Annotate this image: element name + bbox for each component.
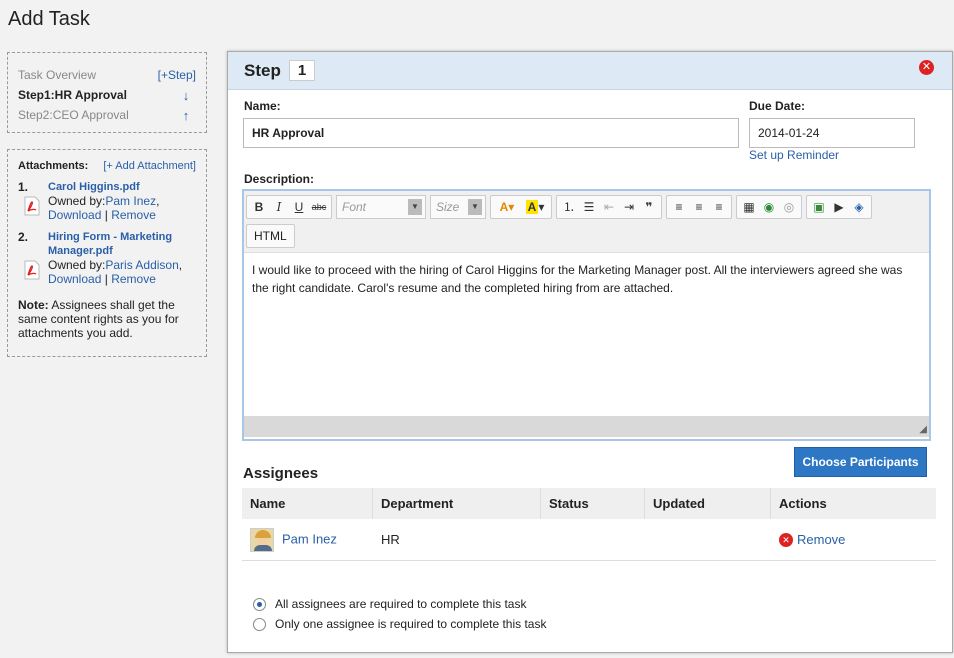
steps-panel: Task Overview [+Step] Step1:HR Approval … (7, 52, 207, 133)
completion-option-one-label: Only one assignee is required to complet… (275, 617, 547, 631)
rich-text-editor: B I U abc Font ▼ Size ▼ A▾ A ▾ ⒈ ☰ ⇤ ⇥ ❞… (242, 189, 931, 441)
move-down-arrow-icon[interactable]: ↓ (176, 88, 196, 103)
remove-attachment-link[interactable]: Remove (111, 208, 156, 222)
column-header-status[interactable]: Status (541, 488, 645, 519)
step-label: Step (244, 60, 281, 80)
radio-one-assignee[interactable] (253, 617, 266, 631)
close-icon[interactable]: ✕ (919, 60, 934, 75)
remove-assignee-button[interactable]: ✕ Remove (771, 532, 936, 548)
attachment-item: 2. Hiring Form - Marketing Manager.pdf O… (18, 230, 196, 286)
attachment-filename[interactable]: Carol Higgins.pdf (48, 180, 196, 194)
image-icon[interactable]: ▣ (809, 197, 829, 217)
italic-icon[interactable]: I (269, 197, 289, 217)
completion-option-all-label: All assignees are required to complete t… (275, 597, 527, 611)
assignees-title: Assignees (243, 465, 319, 482)
assignee-name-link[interactable]: Pam Inez (282, 531, 337, 546)
download-link[interactable]: Download (48, 272, 101, 286)
name-label: Name: (244, 99, 281, 113)
font-select[interactable]: Font ▼ (336, 195, 426, 219)
resize-handle-icon[interactable]: ◢ (919, 424, 927, 435)
editor-statusbar: ◢ (244, 416, 929, 437)
note-label: Note: (18, 298, 49, 312)
attachments-note: Note: Assignees shall get the same conte… (18, 298, 196, 340)
align-left-icon[interactable]: ≡ (669, 197, 689, 217)
chevron-down-icon: ▼ (408, 199, 422, 215)
html-source-button[interactable]: HTML (246, 224, 295, 248)
add-step-link[interactable]: [+Step] (158, 68, 196, 82)
text-color-icon[interactable]: A▾ (493, 197, 521, 217)
align-right-icon[interactable]: ≡ (709, 197, 729, 217)
column-header-actions: Actions (779, 496, 827, 511)
due-date-label: Due Date: (749, 99, 806, 113)
underline-icon[interactable]: U (289, 197, 309, 217)
table-header: Name Department Status Updated Actions (242, 488, 936, 519)
dialog-header: Step 1 (228, 52, 952, 90)
pdf-file-icon (24, 196, 40, 216)
align-center-icon[interactable]: ≡ (689, 197, 709, 217)
numbered-list-icon[interactable]: ⒈ (559, 197, 579, 217)
move-up-arrow-icon[interactable]: ↑ (176, 108, 196, 123)
page-title: Add Task (8, 8, 90, 30)
column-header-name[interactable]: Name (242, 488, 373, 519)
download-link[interactable]: Download (48, 208, 101, 222)
blockquote-icon[interactable]: ❞ (639, 197, 659, 217)
bullet-list-icon[interactable]: ☰ (579, 197, 599, 217)
remove-assignee-label: Remove (797, 531, 846, 547)
radio-all-assignees[interactable] (253, 597, 266, 611)
attachment-item: 1. Carol Higgins.pdf Owned by:Pam Inez, … (18, 180, 196, 222)
table-icon[interactable]: ▦ (739, 197, 759, 217)
name-field[interactable]: HR Approval (243, 118, 739, 148)
remove-attachment-link[interactable]: Remove (111, 272, 156, 286)
attachment-filename[interactable]: Hiring Form - Marketing Manager.pdf (48, 230, 196, 258)
size-select[interactable]: Size ▼ (430, 195, 486, 219)
task-overview-link[interactable]: Task Overview (18, 68, 96, 82)
step-item-1[interactable]: Step1:HR Approval (18, 88, 127, 102)
size-placeholder: Size (436, 200, 460, 214)
step-number: 1 (288, 60, 316, 81)
department-cell: HR (381, 532, 400, 547)
owned-by-label: Owned by: (48, 258, 106, 272)
separator: | (104, 208, 108, 222)
completion-option-all[interactable]: All assignees are required to complete t… (253, 597, 526, 611)
unlink-icon[interactable]: ◎ (779, 197, 799, 217)
link-icon[interactable]: ◉ (759, 197, 779, 217)
separator: | (104, 272, 108, 286)
choose-participants-button[interactable]: Choose Participants (794, 447, 927, 477)
editor-toolbar: B I U abc Font ▼ Size ▼ A▾ A ▾ ⒈ ☰ ⇤ ⇥ ❞… (244, 191, 929, 253)
outdent-icon[interactable]: ⇤ (599, 197, 619, 217)
strikethrough-icon[interactable]: abc (309, 197, 329, 217)
avatar (250, 527, 274, 552)
assignees-table: Name Department Status Updated Actions P… (242, 488, 936, 561)
table-row: Pam Inez HR ✕ Remove (242, 519, 936, 561)
step-dialog: Step 1 ✕ Name: HR Approval Due Date: 201… (227, 51, 953, 653)
embed-icon[interactable]: ◈ (849, 197, 869, 217)
add-attachment-link[interactable]: [+ Add Attachment] (103, 160, 196, 172)
due-date-field[interactable]: 2014-01-24 (749, 118, 915, 148)
column-header-updated[interactable]: Updated (645, 488, 771, 519)
indent-icon[interactable]: ⇥ (619, 197, 639, 217)
owner-link[interactable]: Paris Addison (105, 258, 178, 272)
attachments-title: Attachments: (18, 160, 89, 172)
set-reminder-link[interactable]: Set up Reminder (749, 148, 839, 162)
completion-option-one[interactable]: Only one assignee is required to complet… (253, 617, 546, 631)
attachments-panel: Attachments: [+ Add Attachment] 1. Carol… (7, 149, 207, 357)
font-placeholder: Font (342, 200, 367, 214)
assignee-cell: Pam Inez (242, 527, 373, 552)
owner-link[interactable]: Pam Inez (105, 194, 156, 208)
chevron-down-icon: ▼ (468, 199, 482, 215)
column-header-department[interactable]: Department (373, 488, 541, 519)
owned-by-label: Owned by: (48, 194, 106, 208)
description-label: Description: (244, 172, 315, 186)
pdf-file-icon (24, 260, 40, 280)
highlight-color-icon[interactable]: A ▾ (521, 197, 549, 217)
editor-content[interactable]: I would like to proceed with the hiring … (244, 253, 929, 416)
video-icon[interactable]: ▶ (829, 197, 849, 217)
remove-icon: ✕ (779, 533, 793, 548)
step-item-2[interactable]: Step2:CEO Approval (18, 108, 129, 122)
bold-icon[interactable]: B (249, 197, 269, 217)
